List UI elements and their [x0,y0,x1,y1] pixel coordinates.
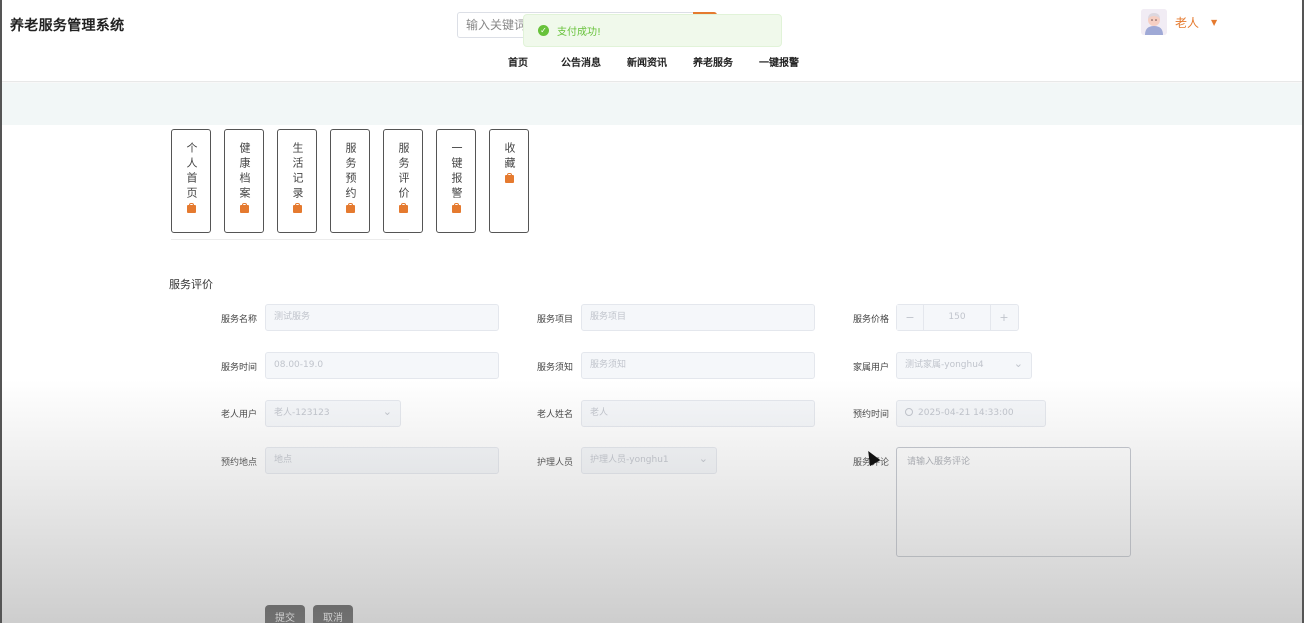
menu-divider [171,239,409,240]
user-menu[interactable]: 老人 ▼ [1141,8,1217,36]
hero-band [0,83,1304,125]
window-edge-left [0,0,2,623]
service-price-value[interactable]: 150 [924,305,990,330]
briefcase-icon [398,203,408,213]
service-notice-field[interactable]: 服务须知 [581,352,815,379]
booking-place-label: 预约地点 [220,458,257,468]
menu-card-life-records[interactable]: 生活记录 [277,129,317,233]
menu-card-favorites[interactable]: 收藏 [489,129,529,233]
caret-down-icon[interactable]: ▼ [1211,18,1217,27]
header: 养老服务管理系统 ✓ 支付成功! 首页 公告消息 新闻资讯 养老服务 一键报警 [0,0,1304,82]
user-center-menu: 个人首页 健康档案 生活记录 服务预约 服务评价 一键报警 收藏 [171,129,542,233]
service-name-field[interactable]: 测试服务 [265,304,499,331]
cancel-button[interactable]: 取消 [313,605,353,623]
nav-item-elderly-services[interactable]: 养老服务 [693,54,733,70]
briefcase-icon [451,203,461,213]
submit-button[interactable]: 提交 [265,605,305,623]
service-price-label: 服务价格 [852,315,889,325]
plus-icon[interactable]: + [990,305,1017,330]
user-name[interactable]: 老人 [1175,14,1199,31]
nav-item-announcements[interactable]: 公告消息 [561,54,601,70]
booking-time-picker[interactable]: 2025-04-21 14:33:00 [896,400,1046,427]
briefcase-icon [504,173,514,183]
elder-user-label: 老人用户 [220,410,257,420]
service-name-label: 服务名称 [220,315,257,325]
main-nav: 首页 公告消息 新闻资讯 养老服务 一键报警 [497,54,825,70]
nav-item-home[interactable]: 首页 [508,54,528,70]
nav-item-emergency-alarm[interactable]: 一键报警 [759,54,799,70]
caregiver-value: 护理人员-yonghu1 [590,455,669,465]
family-user-label: 家属用户 [852,363,889,373]
menu-card-label: 服务评价 [397,142,410,202]
service-price-stepper[interactable]: − 150 + [896,304,1019,331]
briefcase-icon [239,203,249,213]
menu-card-emergency-alarm[interactable]: 一键报警 [436,129,476,233]
caregiver-label: 护理人员 [536,458,573,468]
caregiver-select[interactable]: 护理人员-yonghu1 [581,447,717,474]
booking-time-value: 2025-04-21 14:33:00 [918,408,1014,418]
menu-card-label: 生活记录 [291,142,304,202]
menu-card-label: 个人首页 [185,142,198,202]
menu-card-label: 收藏 [503,142,516,172]
clock-icon [905,408,913,416]
service-review-label: 服务评论 [852,458,889,468]
elder-user-select[interactable]: 老人-123123 [265,400,401,427]
menu-card-service-review[interactable]: 服务评价 [383,129,423,233]
service-item-label: 服务项目 [536,315,573,325]
page: 养老服务管理系统 ✓ 支付成功! 首页 公告消息 新闻资讯 养老服务 一键报警 [0,0,1304,623]
menu-card-label: 一键报警 [450,142,463,202]
briefcase-icon [345,203,355,213]
check-circle-icon: ✓ [538,25,549,36]
service-review-textarea[interactable]: 请输入服务评论 [896,447,1131,557]
section-title: 服务评价 [169,278,213,291]
booking-place-field[interactable]: 地点 [265,447,499,474]
avatar[interactable] [1141,9,1167,35]
success-toast: ✓ 支付成功! [523,14,782,47]
service-item-field[interactable]: 服务项目 [581,304,815,331]
app-title: 养老服务管理系统 [10,18,125,34]
menu-card-health-records[interactable]: 健康档案 [224,129,264,233]
menu-card-service-booking[interactable]: 服务预约 [330,129,370,233]
menu-card-label: 健康档案 [238,142,251,202]
family-user-value: 测试家属-yonghu4 [905,360,984,370]
service-notice-label: 服务须知 [536,363,573,373]
briefcase-icon [186,203,196,213]
review-form: 服务名称 测试服务 服务项目 服务项目 服务价格 − 150 + 服务时间 08… [170,291,1144,623]
elder-user-value: 老人-123123 [274,408,330,418]
elder-name-label: 老人姓名 [536,410,573,420]
nav-item-news[interactable]: 新闻资讯 [627,54,667,70]
booking-time-label: 预约时间 [852,410,889,420]
toast-message: 支付成功! [557,27,602,38]
minus-icon[interactable]: − [897,305,924,330]
elder-name-field[interactable]: 老人 [581,400,815,427]
service-time-field[interactable]: 08.00-19.0 [265,352,499,379]
briefcase-icon [292,203,302,213]
menu-card-label: 服务预约 [344,142,357,202]
elder-avatar-icon [1141,9,1167,35]
service-time-label: 服务时间 [220,363,257,373]
menu-card-personal-home[interactable]: 个人首页 [171,129,211,233]
family-user-select[interactable]: 测试家属-yonghu4 [896,352,1032,379]
